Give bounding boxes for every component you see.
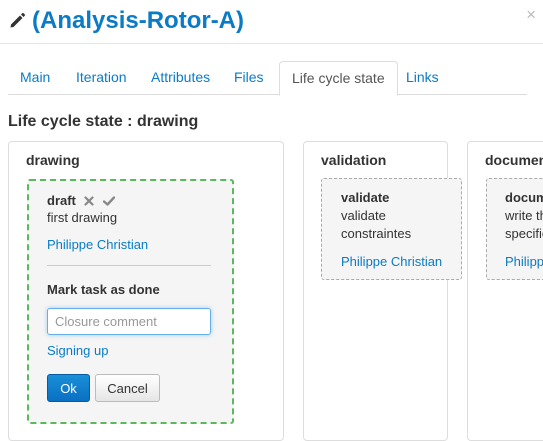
tab-life-cycle-state[interactable]: Life cycle state: [279, 61, 398, 96]
state-column-validation: validation validate validate constrainte…: [303, 141, 462, 441]
closure-comment-input[interactable]: [47, 308, 211, 335]
section-title-prefix: Life cycle state :: [8, 113, 133, 130]
page-title: (Analysis-Rotor-A): [32, 7, 245, 34]
cancel-button[interactable]: Cancel: [95, 374, 160, 402]
ok-button[interactable]: Ok: [47, 374, 90, 402]
task-name: docum: [505, 190, 543, 205]
tab-bar: Main Iteration Attributes Files Life cyc…: [8, 61, 527, 96]
task-card-validate: validate validate constraintes Philippe …: [321, 178, 462, 280]
task-name: validate: [341, 190, 390, 205]
assignee-link[interactable]: Philippe Christian: [341, 254, 442, 269]
section-title-state: drawing: [136, 113, 199, 130]
reject-icon[interactable]: [84, 196, 94, 206]
state-column-documentation: documen docum write th specific Philipp: [467, 141, 543, 441]
state-column-drawing: drawing draft first drawing Philippe Chr…: [8, 141, 284, 441]
tab-files[interactable]: Files: [222, 61, 276, 95]
tab-main[interactable]: Main: [8, 61, 62, 95]
tab-iteration[interactable]: Iteration: [64, 61, 139, 95]
mark-done-label: Mark task as done: [47, 282, 160, 297]
close-icon[interactable]: ×: [526, 5, 536, 25]
assignee-link[interactable]: Philippe Christian: [47, 237, 148, 252]
divider: [47, 265, 211, 266]
task-description-line1: write th: [505, 208, 543, 223]
tab-links[interactable]: Links: [394, 61, 451, 95]
task-description: first drawing: [47, 210, 118, 225]
section-title: Life cycle state : drawing: [8, 113, 198, 131]
column-title: drawing: [26, 152, 80, 168]
tab-attributes[interactable]: Attributes: [139, 61, 222, 95]
assignee-link[interactable]: Philipp: [505, 254, 543, 269]
task-description-line1: validate: [341, 208, 386, 223]
task-card-draft: draft first drawing Philippe Christian M…: [27, 179, 234, 424]
task-description-line2: specific: [505, 226, 543, 241]
task-description-line2: constraintes: [341, 226, 412, 241]
signing-up-link[interactable]: Signing up: [47, 343, 108, 358]
modal-header: (Analysis-Rotor-A) ×: [0, 0, 543, 44]
task-name: draft: [47, 193, 76, 208]
task-header: draft: [47, 192, 115, 210]
pencil-icon: [10, 12, 26, 28]
task-card-document: docum write th specific Philipp: [486, 178, 543, 280]
check-icon[interactable]: [102, 196, 115, 206]
column-title: documen: [485, 152, 543, 168]
column-title: validation: [321, 152, 387, 168]
